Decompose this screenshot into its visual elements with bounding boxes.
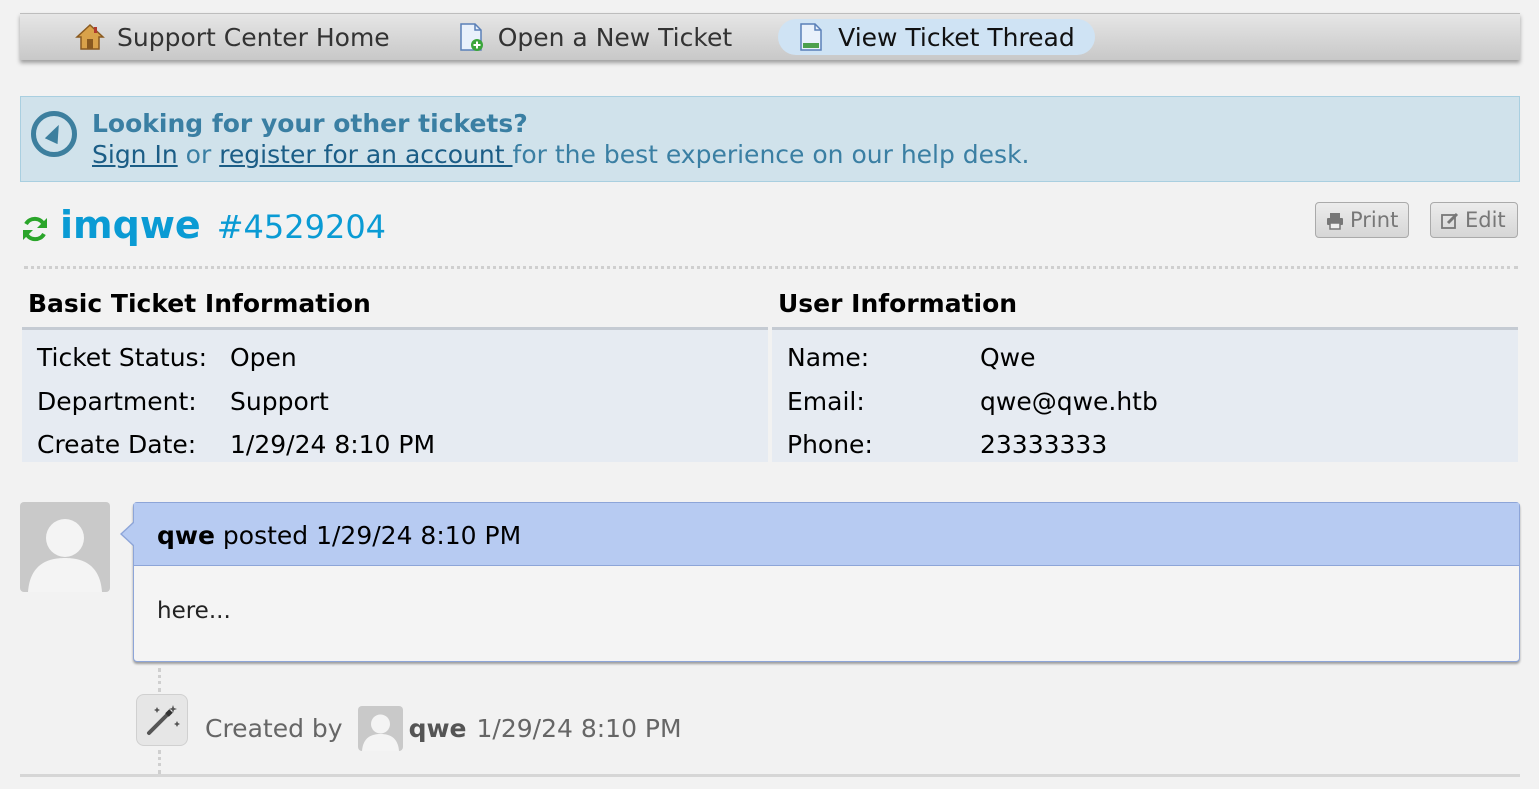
top-nav: Support Center Home Open a New Ticket Vi… (20, 13, 1520, 60)
basic-ticket-information: Basic Ticket Information Ticket Status: … (22, 285, 768, 462)
event-user: qwe (408, 714, 467, 743)
nav-label: Support Center Home (117, 22, 390, 52)
email-value: qwe@qwe.htb (980, 386, 1158, 416)
phone-value: 23333333 (980, 430, 1108, 460)
basic-info-heading: Basic Ticket Information (22, 285, 768, 330)
notice-line: Sign In or register for an account for t… (92, 140, 1030, 169)
nav-view-ticket-thread[interactable]: View Ticket Thread (778, 19, 1095, 55)
magic-wand-icon (136, 694, 188, 746)
new-ticket-icon (456, 22, 486, 52)
nav-label: Open a New Ticket (497, 22, 733, 52)
user-info-heading: User Information (772, 285, 1518, 330)
ticket-thread-icon (796, 22, 826, 52)
sign-in-link[interactable]: Sign In (92, 140, 178, 169)
print-button[interactable]: Print (1315, 202, 1409, 238)
thread-entry: qwe posted 1/29/24 8:10 PM here... (120, 502, 1520, 662)
ticket-title: imqwe #4529204 (20, 200, 386, 250)
info-label: Phone: (787, 430, 873, 460)
thread-connector (158, 750, 161, 774)
info-row-phone: Phone: 23333333 (772, 423, 1518, 467)
name-value: Qwe (980, 343, 1036, 373)
ticket-subject[interactable]: imqwe (60, 203, 201, 247)
entry-posted: posted 1/29/24 8:10 PM (222, 521, 522, 550)
refresh-icon[interactable] (20, 214, 50, 244)
notice-heading: Looking for your other tickets? (92, 109, 528, 138)
info-row-create-date: Create Date: 1/29/24 8:10 PM (22, 423, 768, 467)
info-row-name: Name: Qwe (772, 336, 1518, 380)
ticket-status-value: Open (230, 343, 297, 373)
print-label: Print (1350, 208, 1399, 232)
thread-connector (158, 668, 161, 692)
notice-or: or (185, 140, 212, 169)
info-label: Email: (787, 386, 865, 416)
nav-open-new-ticket[interactable]: Open a New Ticket (456, 19, 750, 55)
signin-notice: Looking for your other tickets? Sign In … (20, 96, 1520, 182)
edit-icon (1441, 211, 1459, 229)
compass-icon (31, 111, 77, 157)
info-label: Department: (37, 386, 197, 416)
info-row-status: Ticket Status: Open (22, 336, 768, 380)
ticket-number: #4529204 (216, 208, 387, 246)
create-date-value: 1/29/24 8:10 PM (230, 430, 436, 460)
edit-label: Edit (1465, 208, 1506, 232)
nav-support-center-home[interactable]: Support Center Home (75, 19, 408, 55)
info-row-department: Department: Support (22, 380, 768, 424)
nav-label: View Ticket Thread (838, 22, 1075, 52)
notice-suffix: for the best experience on our help desk… (512, 140, 1030, 169)
info-row-email: Email: qwe@qwe.htb (772, 380, 1518, 424)
entry-header: qwe posted 1/29/24 8:10 PM (134, 503, 1519, 566)
entry-body: here... (157, 598, 231, 624)
avatar (20, 502, 110, 592)
avatar (357, 706, 403, 751)
register-link[interactable]: register for an account (219, 140, 512, 169)
event-created-by: Created by (205, 714, 343, 743)
info-label: Ticket Status: (37, 343, 207, 373)
info-label: Name: (787, 343, 870, 373)
divider (24, 266, 1518, 269)
edit-button[interactable]: Edit (1430, 202, 1518, 238)
print-icon (1326, 211, 1344, 230)
thread-event: Created by qwe 1/29/24 8:10 PM (205, 706, 682, 751)
info-label: Create Date: (37, 430, 197, 460)
divider (20, 774, 1520, 777)
user-information: User Information Name: Qwe Email: qwe@qw… (772, 285, 1518, 462)
event-time: 1/29/24 8:10 PM (476, 714, 682, 743)
home-icon (75, 22, 105, 52)
entry-author: qwe (157, 521, 215, 550)
department-value: Support (230, 386, 329, 416)
